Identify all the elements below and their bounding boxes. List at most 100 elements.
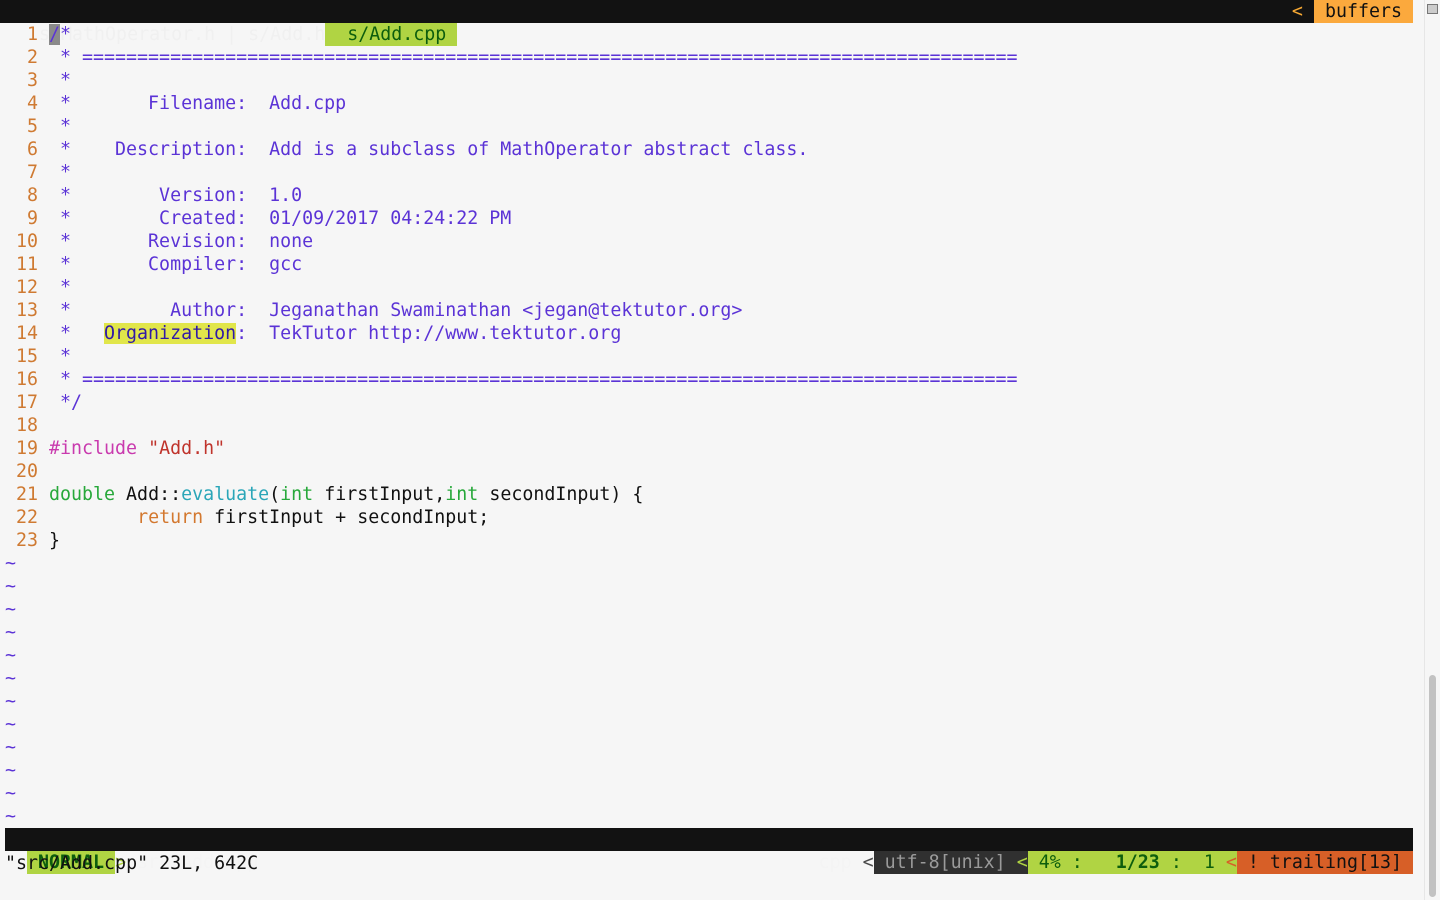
code-token: int: [280, 484, 314, 505]
trailing-warning: ! trailing[13]: [1236, 851, 1413, 874]
editor-buffer[interactable]: 1/* 2 * =================================…: [5, 23, 1018, 828]
line-number: 22: [15, 507, 38, 528]
code-token: * Author: Jeganathan Swaminathan <jegan@…: [49, 300, 743, 321]
empty-line-tilde: ~: [5, 576, 17, 597]
code-line[interactable]: 8 * Version: 1.0: [5, 184, 1018, 207]
code-line[interactable]: 11 * Compiler: gcc: [5, 253, 1018, 276]
line-number: 3: [26, 70, 38, 91]
code-token: *: [49, 116, 72, 137]
code-line[interactable]: 3 *: [5, 69, 1018, 92]
line-number: 14: [15, 323, 38, 344]
code-line[interactable]: 20: [5, 460, 1018, 483]
code-token: }: [49, 530, 61, 551]
code-line[interactable]: 9 * Created: 01/09/2017 04:24:22 PM: [5, 207, 1018, 230]
code-token: int: [445, 484, 479, 505]
code-token: firstInput,: [313, 484, 446, 505]
code-token: * Created: 01/09/2017 04:24:22 PM: [49, 208, 512, 229]
code-token: evaluate: [181, 484, 270, 505]
code-line[interactable]: 12 *: [5, 276, 1018, 299]
column-position: 1: [1203, 852, 1215, 873]
line-number: 13: [15, 300, 38, 321]
line-number: 12: [15, 277, 38, 298]
filetype: cpp: [818, 852, 852, 873]
empty-line-tilde: ~: [5, 737, 17, 758]
code-token: *: [60, 24, 72, 45]
scrollbar[interactable]: [1424, 0, 1440, 900]
empty-line-tilde: ~: [5, 783, 17, 804]
line-number: 5: [26, 116, 38, 137]
status-line: NORMAL > src/Add.cpp cpp < utf-8[unix] <4% :…: [5, 828, 1413, 874]
line-number: 18: [15, 415, 38, 436]
empty-line-tilde: ~: [5, 760, 17, 781]
line-number: 10: [15, 231, 38, 252]
code-token: Organization: [104, 323, 237, 344]
empty-line-tilde: ~: [5, 691, 17, 712]
line-number: 7: [26, 162, 38, 183]
code-line[interactable]: 1 /*: [5, 23, 1018, 46]
command-line[interactable]: "src/Add.cpp" 23L, 642C: [5, 852, 258, 875]
code-line[interactable]: 14 * Organization: TekTutor http://www.t…: [5, 322, 1018, 345]
code-line[interactable]: 16 * ===================================…: [5, 368, 1018, 391]
code-line[interactable]: 6 * Description: Add is a subclass of Ma…: [5, 138, 1018, 161]
buffers-separator: <: [1291, 1, 1303, 22]
line-number: 4: [26, 93, 38, 114]
empty-line-tilde: ~: [5, 668, 17, 689]
code-line[interactable]: 18: [5, 414, 1018, 437]
line-number: 20: [15, 461, 38, 482]
code-token: : TekTutor http://www.tektutor.org: [236, 323, 622, 344]
buffers-label[interactable]: buffers: [1313, 0, 1413, 23]
code-line[interactable]: 5 *: [5, 115, 1018, 138]
code-line[interactable]: 17 */: [5, 391, 1018, 414]
scrollbar-thumb[interactable]: [1429, 675, 1436, 897]
code-line[interactable]: 15 *: [5, 345, 1018, 368]
line-number: 6: [26, 139, 38, 160]
code-token: * Filename: Add.cpp: [49, 93, 347, 114]
line-number: 19: [15, 438, 38, 459]
code-line[interactable]: 2 * ====================================…: [5, 46, 1018, 69]
separator: <: [1225, 851, 1237, 874]
code-token: */: [49, 392, 83, 413]
code-token: double: [49, 484, 116, 505]
separator: <: [1016, 851, 1028, 874]
code-token: * ======================================…: [49, 369, 1018, 390]
line-number: 9: [26, 208, 38, 229]
code-line[interactable]: 10 * Revision: none: [5, 230, 1018, 253]
code-token: (: [269, 484, 281, 505]
code-line[interactable]: 7 *: [5, 161, 1018, 184]
line-number: 1: [26, 24, 38, 45]
code-token: *: [49, 277, 72, 298]
code-token: *: [49, 323, 105, 344]
empty-line-tilde: ~: [5, 714, 17, 735]
line-position: 1/23: [1115, 852, 1160, 873]
tabline: s/MathOperator.h | s/Add.h s/Add.cpp < bu…: [0, 0, 1413, 46]
empty-line-tilde: ~: [5, 645, 17, 666]
line-number: 16: [15, 369, 38, 390]
code-line[interactable]: 4 * Filename: Add.cpp: [5, 92, 1018, 115]
separator: <: [862, 852, 874, 873]
code-token: * Compiler: gcc: [49, 254, 303, 275]
empty-line-tilde: ~: [5, 806, 17, 827]
line-number: 2: [26, 47, 38, 68]
code-token: * Description: Add is a subclass of Math…: [49, 139, 809, 160]
code-token: * Revision: none: [49, 231, 314, 252]
colon: :: [1170, 852, 1182, 873]
code-token: secondInput) {: [478, 484, 644, 505]
line-number: 17: [15, 392, 38, 413]
line-number: 8: [26, 185, 38, 206]
code-line[interactable]: 19 #include "Add.h": [5, 437, 1018, 460]
scrollbar-button-icon[interactable]: [1427, 4, 1438, 14]
code-line[interactable]: 23}: [5, 529, 1018, 552]
code-token: #include: [49, 438, 149, 459]
code-token: "Add.h": [148, 438, 226, 459]
cursor: /: [49, 24, 61, 45]
code-line[interactable]: 13 * Author: Jeganathan Swaminathan <jeg…: [5, 299, 1018, 322]
code-line[interactable]: 22 return firstInput + secondInput;: [5, 506, 1018, 529]
percent: 4% :: [1038, 852, 1083, 873]
encoding: utf-8[unix]: [873, 851, 1017, 874]
code-token: firstInput + secondInput;: [203, 507, 490, 528]
code-line[interactable]: 21 double Add::evaluate(int firstInput,in…: [5, 483, 1018, 506]
line-number: 21: [15, 484, 38, 505]
code-token: Add::: [115, 484, 182, 505]
line-number: 23: [15, 530, 38, 551]
